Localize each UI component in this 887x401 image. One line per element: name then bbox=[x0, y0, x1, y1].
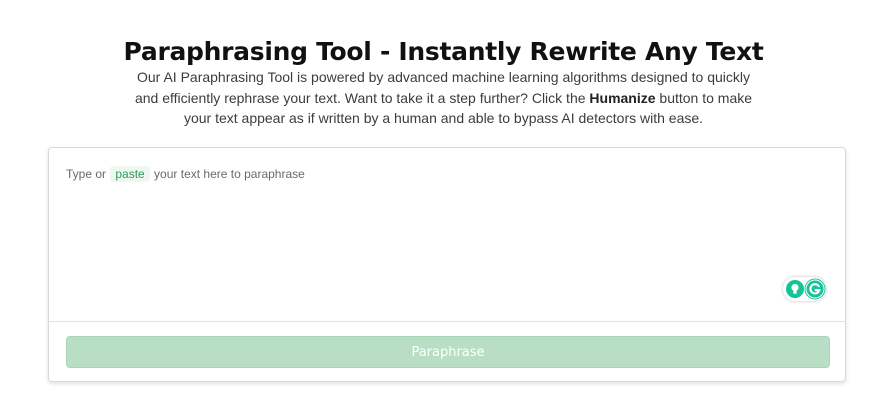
writing-assistant-badge[interactable] bbox=[783, 277, 826, 301]
placeholder-end: your text here to paraphrase bbox=[150, 167, 305, 181]
description-line-2-start: and efficiently rephrase your text. Want… bbox=[134, 89, 590, 106]
grammarly-icon[interactable] bbox=[804, 278, 826, 300]
page-title: Paraphrasing Tool - Instantly Rewrite An… bbox=[123, 36, 764, 66]
page-description: Our AI Paraphrasing Tool is powered by a… bbox=[0, 67, 887, 129]
paste-link[interactable]: paste bbox=[110, 166, 150, 182]
description-line-1: Our AI Paraphrasing Tool is powered by a… bbox=[137, 69, 750, 85]
lightbulb-icon[interactable] bbox=[785, 279, 805, 299]
input-placeholder: Type or paste your text here to paraphra… bbox=[66, 166, 305, 182]
humanize-emphasis: Humanize bbox=[589, 89, 656, 106]
placeholder-start: Type or bbox=[66, 167, 110, 181]
text-input-area[interactable]: Type or paste your text here to paraphra… bbox=[49, 148, 845, 322]
description-line-2-end: button to make bbox=[655, 89, 753, 106]
description-line-2: and efficiently rephrase your text. Want… bbox=[0, 88, 887, 109]
paraphrase-editor-card: Type or paste your text here to paraphra… bbox=[48, 147, 846, 382]
description-line-3: your text appear as if written by a huma… bbox=[183, 110, 704, 126]
paraphrase-button[interactable]: Paraphrase bbox=[66, 336, 830, 368]
